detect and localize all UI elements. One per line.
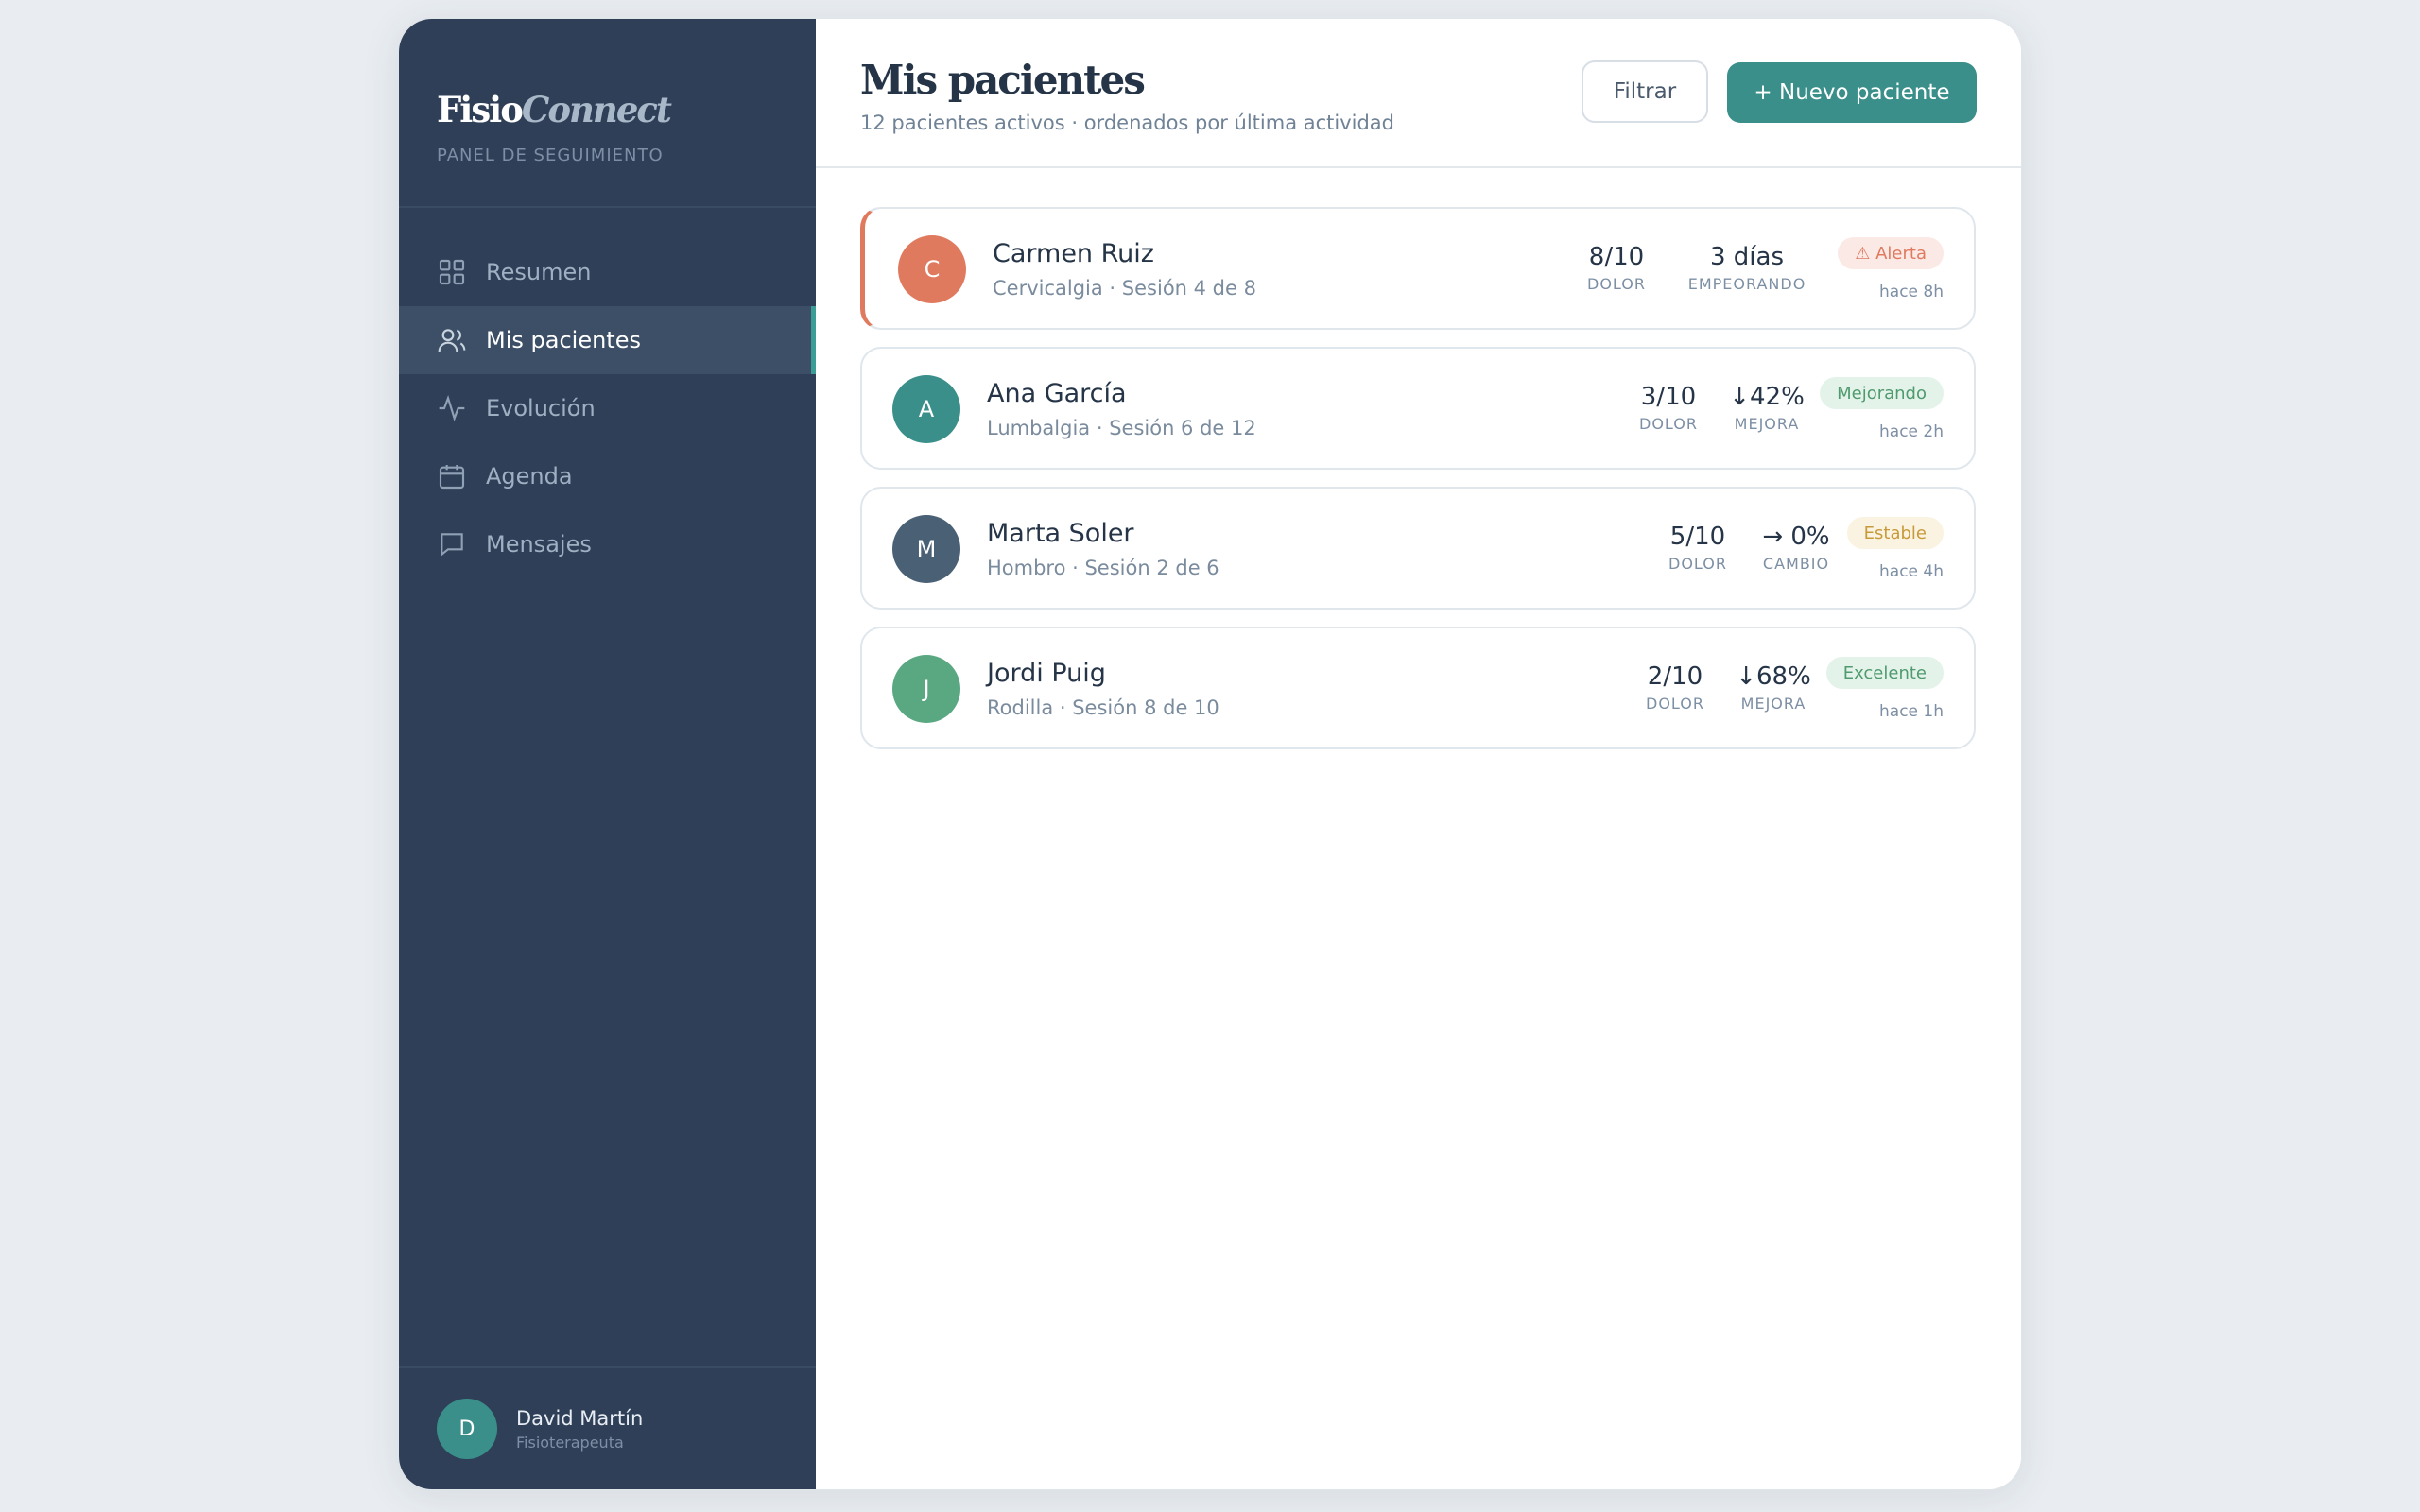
brand-tagline: PANEL DE SEGUIMIENTO	[437, 146, 664, 165]
stat-value: 5/10	[1669, 523, 1726, 551]
logo[interactable]: FisioConnect	[437, 89, 672, 130]
last-activity: hace 1h	[1879, 702, 1944, 721]
trend-stat: → 0% CAMBIO	[1749, 523, 1843, 573]
sidebar-item-label: Evolución	[486, 395, 596, 421]
patient-details: Rodilla · Sesión 8 de 10	[987, 696, 1219, 719]
filter-button[interactable]: Filtrar	[1582, 60, 1708, 123]
stat-label: DOLOR	[1646, 695, 1704, 713]
grid-icon	[437, 257, 467, 287]
sidebar-nav: Resumen Mis pacientes Evolución Agenda M…	[399, 238, 816, 578]
sidebar-divider	[399, 1366, 816, 1368]
patient-card[interactable]: C Carmen Ruiz Cervicalgia · Sesión 4 de …	[860, 207, 1976, 330]
avatar: A	[892, 375, 960, 443]
sidebar-item-mensajes[interactable]: Mensajes	[399, 510, 816, 578]
patient-list: C Carmen Ruiz Cervicalgia · Sesión 4 de …	[860, 207, 1976, 766]
last-activity: hace 4h	[1879, 562, 1944, 581]
sidebar-item-label: Mensajes	[486, 531, 592, 558]
new-patient-button[interactable]: + Nuevo paciente	[1727, 62, 1977, 123]
stat-label: CAMBIO	[1762, 555, 1830, 573]
status-badge: ⚠ Alerta	[1838, 237, 1944, 269]
stat-value: ↓42%	[1729, 383, 1805, 411]
trend-stat: 3 días EMPEORANDO	[1676, 243, 1818, 293]
stat-label: DOLOR	[1668, 555, 1727, 573]
page-header: Mis pacientes 12 pacientes activos · ord…	[816, 19, 2021, 168]
trend-stat: ↓68% MEJORA	[1726, 662, 1821, 713]
sidebar-divider	[399, 206, 816, 208]
patient-name: Carmen Ruiz	[993, 239, 1154, 268]
stat-value: 2/10	[1647, 662, 1703, 691]
sidebar-item-label: Resumen	[486, 259, 592, 285]
sidebar: FisioConnect PANEL DE SEGUIMIENTO Resume…	[399, 19, 816, 1489]
user-profile[interactable]: D David Martín Fisioterapeuta	[437, 1399, 643, 1459]
brand: FisioConnect PANEL DE SEGUIMIENTO	[437, 89, 672, 165]
trend-stat: ↓42% MEJORA	[1720, 383, 1814, 433]
user-name: David Martín	[516, 1406, 644, 1430]
message-icon	[437, 529, 467, 559]
avatar: M	[892, 515, 960, 583]
avatar: J	[892, 655, 960, 723]
patient-name: Marta Soler	[987, 519, 1134, 548]
stat-label: DOLOR	[1639, 415, 1698, 433]
status-badge: Excelente	[1825, 657, 1944, 689]
pain-stat: 5/10 DOLOR	[1651, 523, 1745, 573]
app-window: FisioConnect PANEL DE SEGUIMIENTO Resume…	[398, 18, 2022, 1490]
stat-value: 3 días	[1709, 243, 1784, 271]
status-badge: Estable	[1846, 517, 1944, 549]
sidebar-item-mis-pacientes[interactable]: Mis pacientes	[399, 306, 816, 374]
stat-label: MEJORA	[1734, 415, 1800, 433]
avatar: D	[437, 1399, 497, 1459]
user-role: Fisioterapeuta	[516, 1433, 624, 1452]
patient-details: Cervicalgia · Sesión 4 de 8	[993, 277, 1256, 300]
stat-value: 3/10	[1640, 383, 1697, 411]
sidebar-item-label: Agenda	[486, 463, 573, 490]
last-activity: hace 8h	[1879, 283, 1944, 301]
pain-stat: 3/10 DOLOR	[1621, 383, 1716, 433]
page-subtitle: 12 pacientes activos · ordenados por últ…	[860, 112, 1395, 134]
pain-stat: 8/10 DOLOR	[1560, 243, 1673, 293]
patient-card[interactable]: A Ana García Lumbalgia · Sesión 6 de 12 …	[860, 347, 1976, 470]
patient-card[interactable]: M Marta Soler Hombro · Sesión 2 de 6 5/1…	[860, 487, 1976, 610]
users-icon	[437, 325, 467, 355]
stat-label: EMPEORANDO	[1687, 275, 1806, 293]
stat-label: MEJORA	[1740, 695, 1806, 713]
main-content: Mis pacientes 12 pacientes activos · ord…	[816, 19, 2021, 1489]
stat-value: 8/10	[1588, 243, 1645, 271]
patient-card[interactable]: J Jordi Puig Rodilla · Sesión 8 de 10 2/…	[860, 627, 1976, 749]
pain-stat: 2/10 DOLOR	[1628, 662, 1722, 713]
avatar: C	[898, 235, 966, 303]
stat-value: ↓68%	[1736, 662, 1811, 691]
stat-value: → 0%	[1762, 523, 1830, 551]
patient-details: Hombro · Sesión 2 de 6	[987, 557, 1219, 579]
stat-label: DOLOR	[1587, 275, 1646, 293]
status-badge: Mejorando	[1820, 377, 1944, 409]
page-title: Mis pacientes	[860, 57, 1146, 103]
sidebar-item-evolucion[interactable]: Evolución	[399, 374, 816, 442]
patient-name: Jordi Puig	[987, 659, 1106, 688]
last-activity: hace 2h	[1879, 422, 1944, 441]
patient-details: Lumbalgia · Sesión 6 de 12	[987, 417, 1256, 439]
sidebar-item-label: Mis pacientes	[486, 327, 641, 353]
sidebar-item-resumen[interactable]: Resumen	[399, 238, 816, 306]
patient-name: Ana García	[987, 379, 1127, 408]
calendar-icon	[437, 461, 467, 491]
sidebar-item-agenda[interactable]: Agenda	[399, 442, 816, 510]
activity-icon	[437, 393, 467, 423]
